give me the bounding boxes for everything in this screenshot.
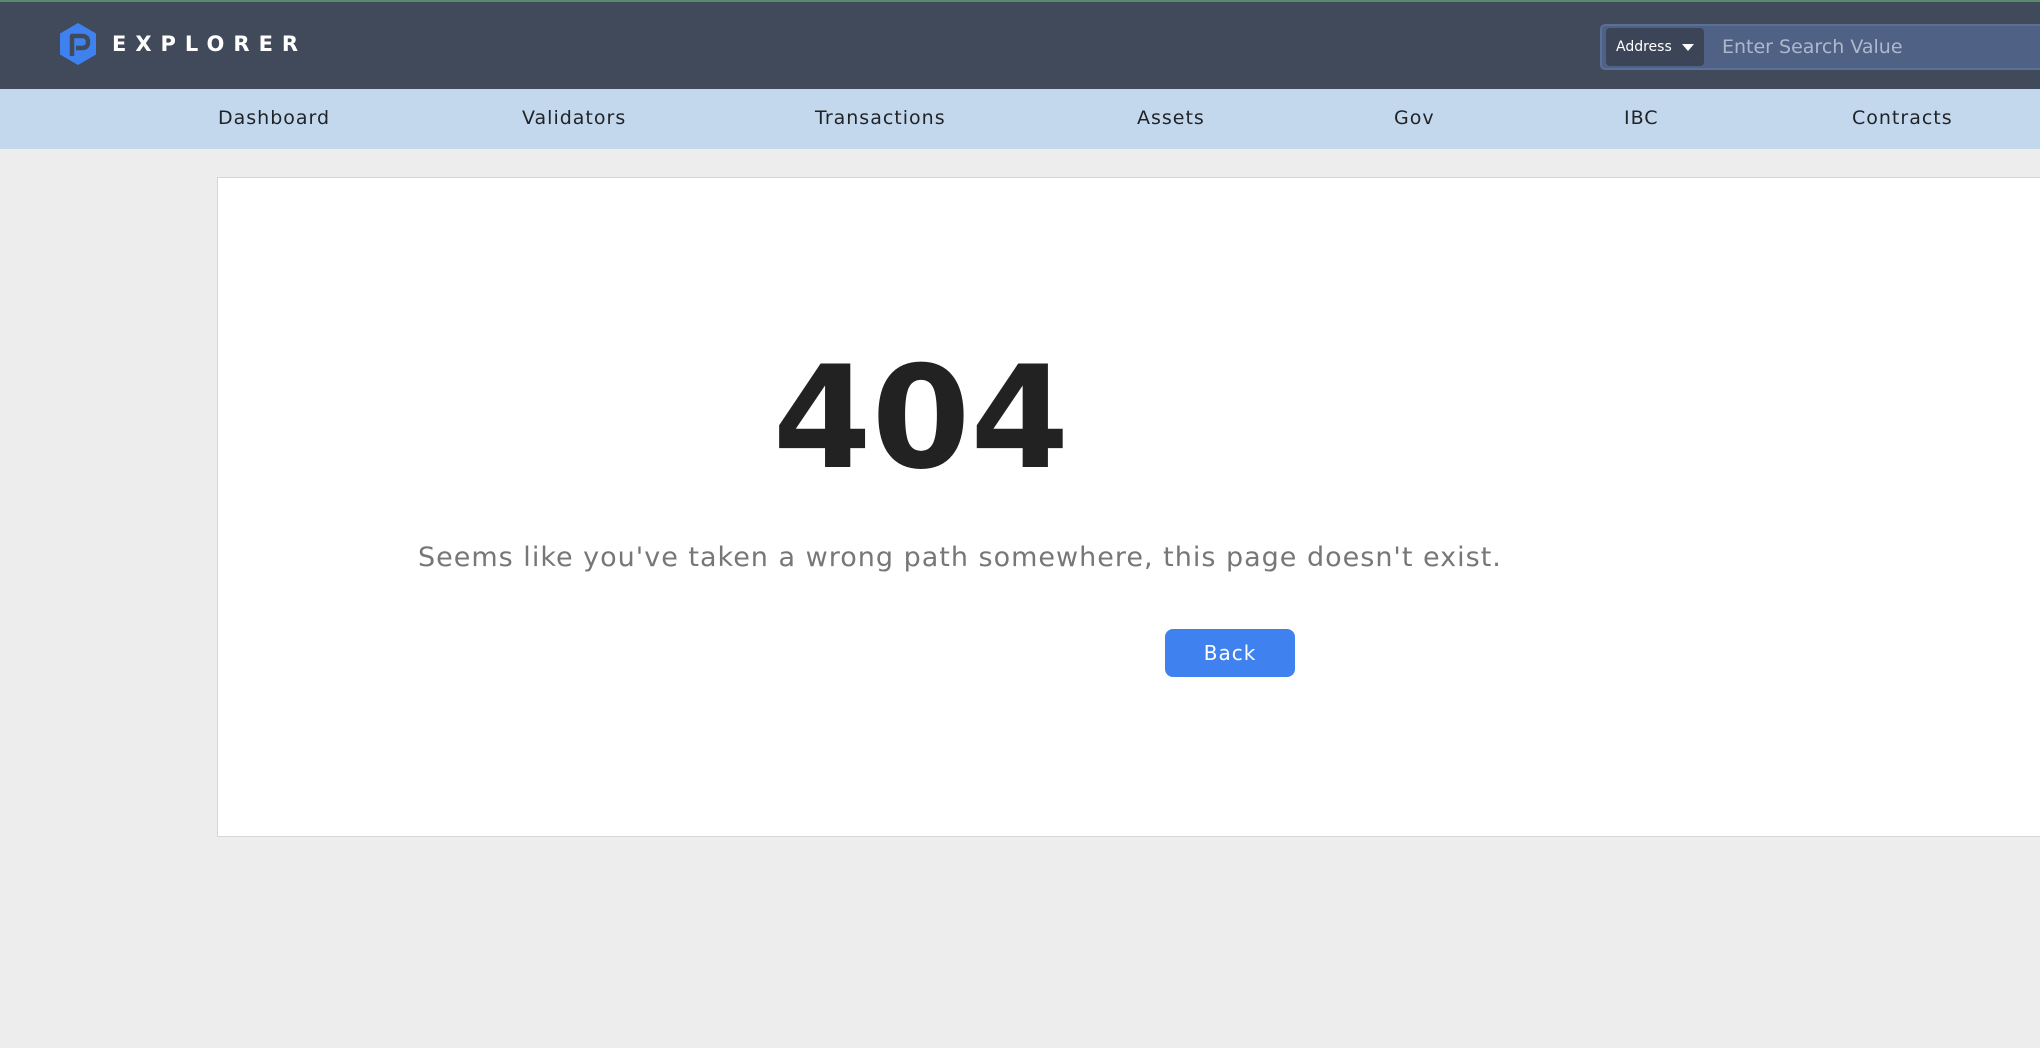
search-box: Address [1600, 24, 2040, 70]
top-bar: EXPLORER Address [0, 0, 2040, 89]
logo[interactable]: EXPLORER [58, 22, 307, 66]
nav-item-assets[interactable]: Assets [1137, 89, 1205, 149]
nav-item-ibc[interactable]: IBC [1624, 89, 1659, 149]
hexagon-logo-icon [58, 22, 98, 66]
search-type-dropdown[interactable]: Address [1606, 28, 1704, 66]
error-code: 404 [772, 336, 1070, 501]
nav-bar: Dashboard Validators Transactions Assets… [0, 89, 2040, 149]
caret-down-icon [1681, 43, 1694, 51]
nav-item-gov[interactable]: Gov [1394, 89, 1435, 149]
nav-item-validators[interactable]: Validators [522, 89, 626, 149]
nav-item-dashboard[interactable]: Dashboard [218, 89, 330, 149]
error-card: 404 Seems like you've taken a wrong path… [217, 177, 2040, 837]
back-button[interactable]: Back [1165, 629, 1295, 677]
nav-item-transactions[interactable]: Transactions [815, 89, 946, 149]
search-type-label: Address [1616, 39, 1672, 55]
nav-item-contracts[interactable]: Contracts [1852, 89, 1953, 149]
search-input[interactable] [1720, 35, 2040, 59]
logo-text: EXPLORER [112, 32, 308, 56]
error-message: Seems like you've taken a wrong path som… [418, 542, 1502, 573]
